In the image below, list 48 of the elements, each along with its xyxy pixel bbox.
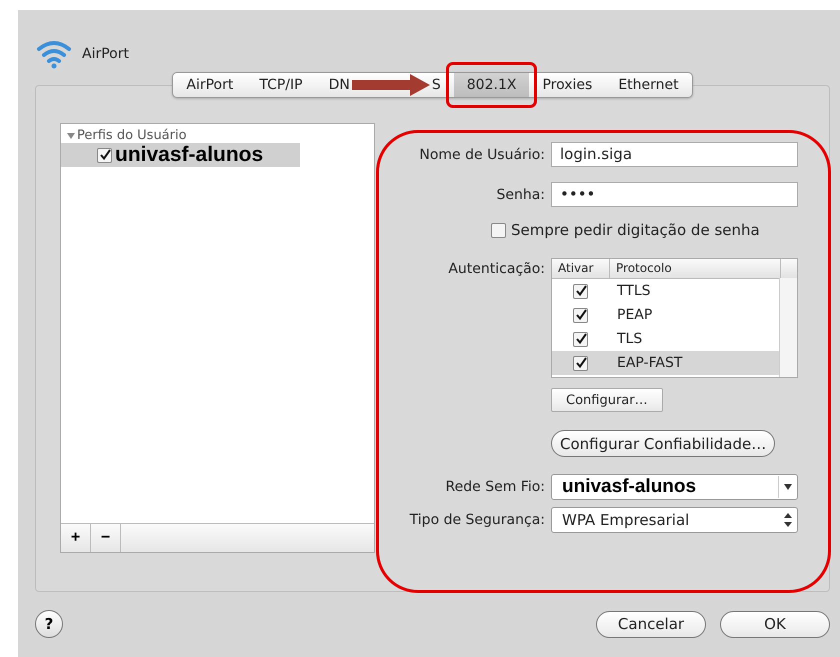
checkbox[interactable]: [491, 222, 506, 238]
field-label: Autenticação:: [447, 261, 545, 277]
caret-icon: [784, 484, 792, 490]
tree-group[interactable]: Perfis do Usuário: [61, 128, 374, 143]
checkbox[interactable]: [97, 148, 112, 162]
profile-name: univasf-alunos: [115, 143, 264, 167]
checkbox[interactable]: [573, 356, 588, 370]
trust-button[interactable]: Configurar Confiabilidade…: [551, 430, 776, 457]
field-label: Nome de Usuário:: [418, 146, 545, 162]
security-select[interactable]: WPA Empresarial: [551, 507, 798, 533]
protocol-row[interactable]: TTLS: [552, 279, 779, 303]
dialog-button[interactable]: Cancelar: [596, 610, 706, 638]
username-field[interactable]: login.siga: [551, 142, 798, 167]
column-header[interactable]: Ativar: [552, 259, 610, 278]
list-button[interactable]: +: [61, 524, 91, 552]
stepper-icon: [784, 513, 792, 527]
protocol-row[interactable]: PEAP: [552, 303, 779, 327]
field-label: Rede Sem Fio:: [444, 479, 545, 495]
dialog-button[interactable]: OK: [720, 610, 830, 638]
checkbox[interactable]: [573, 332, 588, 346]
disclosure-triangle-icon[interactable]: [67, 132, 75, 140]
protocol-row[interactable]: EAP-FAST: [552, 351, 779, 375]
tab[interactable]: AirPort: [173, 73, 246, 97]
tab[interactable]: Proxies: [529, 73, 606, 97]
protocol-name: PEAP: [616, 307, 652, 323]
checkbox-label: Sempre pedir digitação de senha: [511, 221, 760, 239]
help-button[interactable]: ?: [35, 610, 63, 638]
field-label: Senha:: [495, 186, 545, 202]
profile-item[interactable]: univasf-alunos: [61, 143, 300, 167]
list-button[interactable]: −: [91, 524, 121, 552]
protocol-name: EAP-FAST: [616, 355, 682, 371]
field-label: Tipo de Segurança:: [408, 512, 545, 528]
protocol-name: TLS: [616, 331, 642, 347]
tab[interactable]: S: [430, 73, 454, 97]
tab[interactable]: Ethernet: [605, 73, 692, 97]
checkbox[interactable]: [573, 284, 588, 298]
tab[interactable]: TCP/IP: [246, 73, 316, 97]
scrollbar[interactable]: [779, 278, 797, 377]
protocol-row[interactable]: TLS: [552, 327, 779, 351]
window-title: AirPort: [82, 46, 129, 62]
password-field[interactable]: ••••: [551, 182, 798, 207]
wifi-icon: [36, 39, 72, 69]
tab[interactable]: DN: [316, 73, 352, 97]
protocol-name: TTLS: [616, 283, 651, 299]
checkbox[interactable]: [573, 308, 588, 322]
network-combo[interactable]: univasf-alunos: [551, 474, 798, 500]
configure-button[interactable]: Configurar…: [551, 388, 663, 412]
tab[interactable]: 802.1X: [454, 73, 530, 97]
